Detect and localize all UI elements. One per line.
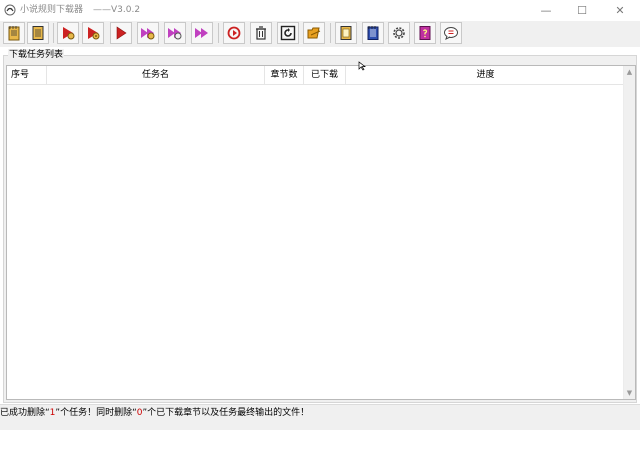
toolbar — [0, 21, 640, 47]
app-window: 小说规则下载器 ——V3.0.2 — ☐ ✕ 下载任务列表 序号 任务名 章节数… — [0, 0, 640, 475]
gear-icon — [393, 27, 405, 39]
play-icon — [116, 26, 127, 40]
open-folder-button[interactable] — [303, 22, 325, 44]
column-header-chapters[interactable]: 章节数 — [265, 66, 304, 84]
book-icon — [32, 26, 44, 40]
fast-forward-gear-2-icon — [168, 28, 182, 40]
close-button[interactable]: ✕ — [600, 0, 640, 20]
window-bottom-border — [0, 422, 640, 430]
fast-forward-icon — [195, 28, 208, 38]
refresh-button[interactable] — [223, 22, 245, 44]
fast-forward-button[interactable] — [191, 22, 213, 44]
chat-bubble-icon — [444, 27, 458, 40]
list-body — [7, 85, 625, 399]
start-button[interactable] — [57, 22, 79, 44]
status-bar: 已成功删除“1”个任务！同时删除“0”个已下载章节以及任务最终输出的文件！ — [0, 404, 640, 423]
scroll-up-arrow-icon[interactable]: ▲ — [624, 66, 635, 78]
scroll-down-arrow-icon[interactable]: ▼ — [624, 387, 635, 399]
play-gear-icon — [63, 27, 75, 40]
column-header-index[interactable]: 序号 — [7, 66, 47, 84]
task-list-view[interactable]: 序号 任务名 章节数 已下载 进度 ▲ ▼ — [6, 65, 636, 400]
maximize-button[interactable]: ☐ — [562, 0, 602, 20]
task-list-group-label: 下载任务列表 — [8, 49, 65, 61]
notebook-icon — [367, 26, 379, 40]
column-header-task-name[interactable]: 任务名 — [47, 66, 265, 84]
app-logo-icon — [4, 4, 16, 16]
status-suffix: ”个已下载章节以及任务最终输出的文件！ — [142, 408, 310, 418]
column-header-downloaded[interactable]: 已下载 — [304, 66, 346, 84]
reload-icon — [280, 25, 296, 41]
task-list-button[interactable] — [27, 22, 49, 44]
log-button[interactable] — [362, 22, 384, 44]
folder-icon — [307, 27, 321, 39]
help-book-icon — [419, 26, 431, 40]
notepad-icon — [8, 26, 20, 41]
minimize-button[interactable]: — — [526, 0, 566, 20]
window-title: 小说规则下载器 ——V3.0.2 — [20, 4, 140, 16]
feedback-button[interactable] — [440, 22, 462, 44]
toolbar-separator — [218, 23, 219, 43]
start-all-button[interactable] — [82, 22, 104, 44]
new-task-button[interactable] — [3, 22, 25, 44]
app-version: ——V3.0.2 — [93, 5, 141, 15]
status-middle: ”个任务！同时删除“ — [55, 408, 137, 418]
fast-gear-2-button[interactable] — [164, 22, 186, 44]
column-header-progress[interactable]: 进度 — [346, 66, 625, 84]
document-icon — [340, 26, 352, 40]
toolbar-separator — [330, 23, 331, 43]
fast-forward-gear-icon — [141, 28, 155, 40]
fast-gear-button[interactable] — [137, 22, 159, 44]
play-gear-star-icon — [88, 27, 100, 40]
toolbar-separator — [53, 23, 54, 43]
reload-button[interactable] — [277, 22, 299, 44]
trash-icon — [256, 26, 266, 40]
list-header: 序号 任务名 章节数 已下载 进度 — [7, 66, 625, 85]
mouse-cursor-icon — [358, 61, 367, 71]
help-button[interactable] — [414, 22, 436, 44]
app-name: 小说规则下载器 — [20, 5, 84, 15]
vertical-scrollbar[interactable]: ▲ ▼ — [623, 66, 635, 399]
status-prefix: 已成功删除“ — [0, 408, 50, 418]
delete-button[interactable] — [250, 22, 272, 44]
refresh-icon — [227, 26, 241, 40]
rules-button[interactable] — [335, 22, 357, 44]
settings-button[interactable] — [388, 22, 410, 44]
title-bar: 小说规则下载器 ——V3.0.2 — ☐ ✕ — [0, 0, 640, 20]
play-button[interactable] — [110, 22, 132, 44]
